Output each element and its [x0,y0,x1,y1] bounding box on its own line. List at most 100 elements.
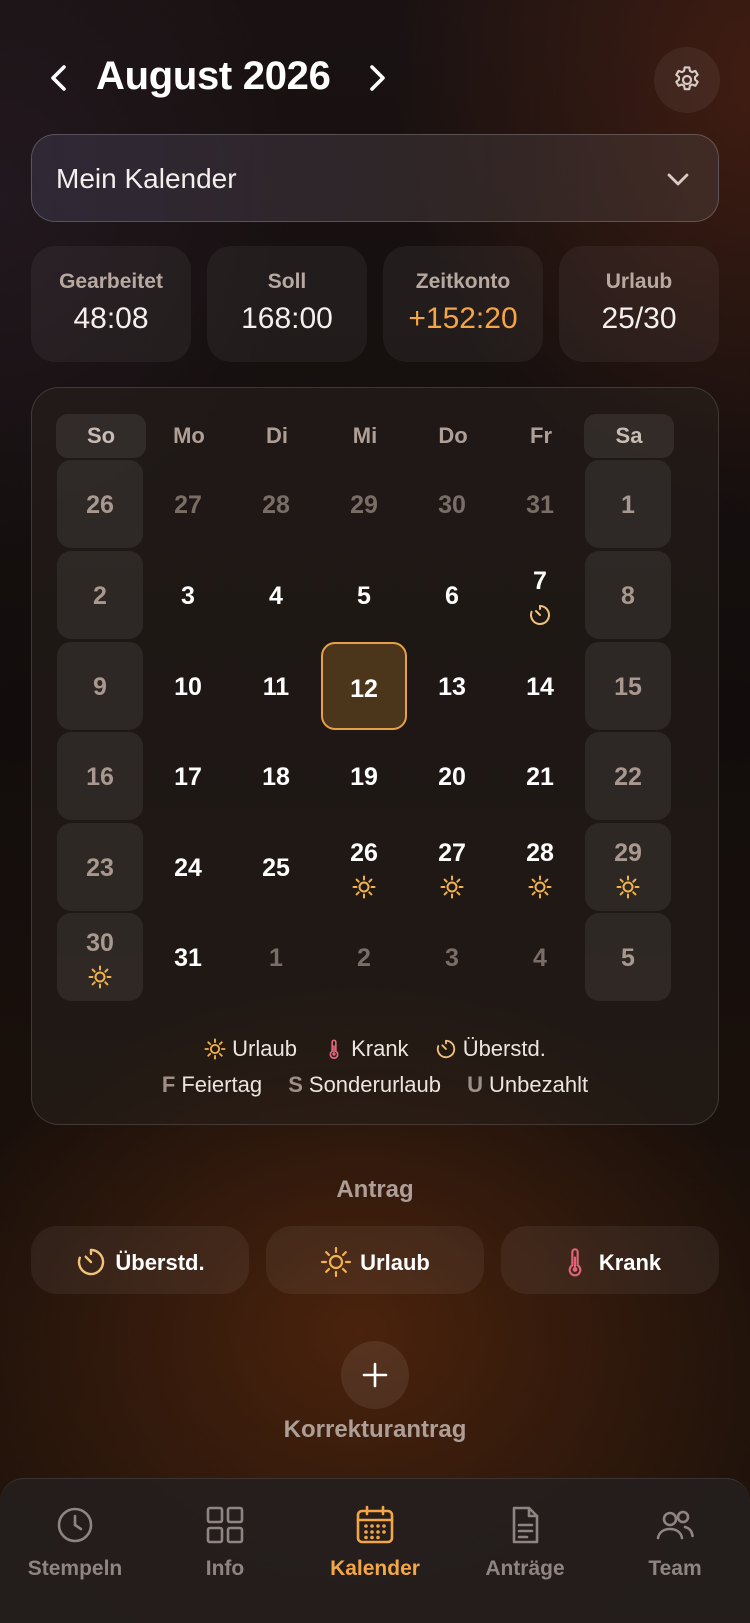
calendar-day[interactable]: 29 [585,823,671,911]
calendar-day[interactable]: 31 [145,913,231,1001]
calendar-day[interactable]: 24 [145,823,231,911]
day-number: 30 [86,929,114,957]
day-number: 28 [262,491,290,519]
tab-antraege[interactable]: Anträge [450,1479,600,1623]
day-number: 23 [86,854,114,882]
day-number: 10 [174,673,202,701]
previous-month-button[interactable] [40,58,80,98]
calendar-day-today[interactable]: 12 [321,642,407,730]
calendar-day[interactable]: 31 [497,460,583,548]
sun-icon [352,875,376,899]
legend-special-leave: S Sonderurlaub [288,1072,441,1098]
legend-label: Sonderurlaub [308,1072,441,1098]
stat-label: Gearbeitet [59,270,163,293]
calendar-day[interactable]: 23 [57,823,143,911]
sick-request-button[interactable]: Krank [501,1226,719,1294]
weekday-tuesday: Di [266,423,288,448]
day-number: 17 [174,763,202,791]
calendar-day[interactable]: 30 [409,460,495,548]
calendar-day[interactable]: 30 [57,913,143,1001]
button-label: Urlaub [360,1250,430,1275]
calendar-day[interactable]: 26 [321,823,407,911]
calendar-day[interactable]: 21 [497,732,583,820]
calendar-day[interactable]: 11 [233,642,319,730]
legend-label: Krank [351,1036,409,1062]
stat-worked: Gearbeitet 48:08 [31,246,191,362]
stat-label: Urlaub [605,270,673,293]
calendar-day[interactable]: 4 [497,913,583,1001]
calendar-day[interactable]: 10 [145,642,231,730]
calendar-day[interactable]: 27 [145,460,231,548]
day-number: 26 [350,839,378,867]
calendar-select[interactable]: Mein Kalender [31,134,719,222]
stat-value: 48:08 [73,302,149,335]
stat-label: Zeitkonto [415,270,511,293]
bottom-tab-bar: Stempeln Info Kalender Anträge Team [0,1478,750,1623]
calendar-day[interactable]: 16 [57,732,143,820]
calendar-day[interactable]: 17 [145,732,231,820]
team-icon [656,1510,694,1540]
next-month-button[interactable] [356,58,396,98]
weekday-thursday: Do [438,423,468,448]
calendar-day[interactable]: 18 [233,732,319,820]
settings-button[interactable] [654,47,720,113]
tab-kalender[interactable]: Kalender [300,1479,450,1623]
stat-target: Soll 168:00 [207,246,367,362]
day-number: 4 [533,944,547,972]
day-number: 22 [614,763,642,791]
overtime-timer-icon [78,1248,105,1276]
legend-label: Überstd. [462,1036,546,1062]
vacation-request-button[interactable]: Urlaub [266,1226,484,1294]
legend-key: U [467,1072,484,1098]
tab-label: Team [648,1557,702,1580]
tab-stempeln[interactable]: Stempeln [0,1479,150,1623]
calendar-day[interactable]: 15 [585,642,671,730]
chevron-right-icon [370,65,385,91]
calendar-day[interactable]: 28 [497,823,583,911]
month-title: August 2026 [96,54,331,98]
calendar-day[interactable]: 2 [57,551,143,639]
calendar-day[interactable]: 20 [409,732,495,820]
correction-request-button[interactable] [341,1341,409,1409]
calendar-day[interactable]: 4 [233,551,319,639]
calendar-day[interactable]: 14 [497,642,583,730]
overtime-request-button[interactable]: Überstd. [31,1226,249,1294]
calendar-day[interactable]: 29 [321,460,407,548]
calendar-day[interactable]: 25 [233,823,319,911]
calendar-day[interactable]: 28 [233,460,319,548]
correction-request-label[interactable]: Korrekturantrag [0,1416,750,1444]
calendar-day[interactable]: 22 [585,732,671,820]
calendar-day[interactable]: 3 [409,913,495,1001]
day-number: 21 [526,763,554,791]
calendar-day[interactable]: 1 [233,913,319,1001]
day-number: 29 [614,839,642,867]
calendar-day[interactable]: 26 [57,460,143,548]
calendar-day[interactable]: 1 [585,460,671,548]
calendar-select-value: Mein Kalender [56,163,237,194]
calendar-day[interactable]: 19 [321,732,407,820]
day-number: 28 [526,839,554,867]
calendar-day[interactable]: 5 [585,913,671,1001]
weekday-friday: Fr [530,423,552,448]
calendar-day[interactable]: 7 [497,551,583,639]
sun-icon [528,875,552,899]
calendar-day[interactable]: 13 [409,642,495,730]
calendar-day[interactable]: 5 [321,551,407,639]
calendar-day[interactable]: 8 [585,551,671,639]
legend-key: F [161,1072,176,1098]
calendar-day[interactable]: 6 [409,551,495,639]
calendar-day[interactable]: 3 [145,551,231,639]
legend-row-2: F Feiertag S Sonderurlaub U Unbezahlt [32,1071,718,1098]
tab-info[interactable]: Info [150,1479,300,1623]
calendar-day[interactable]: 9 [57,642,143,730]
stat-value: +152:20 [408,302,518,335]
day-number: 5 [621,944,635,972]
legend-sick: Krank [323,1036,409,1062]
calendar-day[interactable]: 2 [321,913,407,1001]
tab-team[interactable]: Team [600,1479,750,1623]
legend-holiday: F Feiertag [162,1072,262,1098]
tab-label: Anträge [485,1557,565,1580]
month-header: August 2026 [0,40,750,116]
calendar-day[interactable]: 27 [409,823,495,911]
day-number: 6 [445,582,459,610]
